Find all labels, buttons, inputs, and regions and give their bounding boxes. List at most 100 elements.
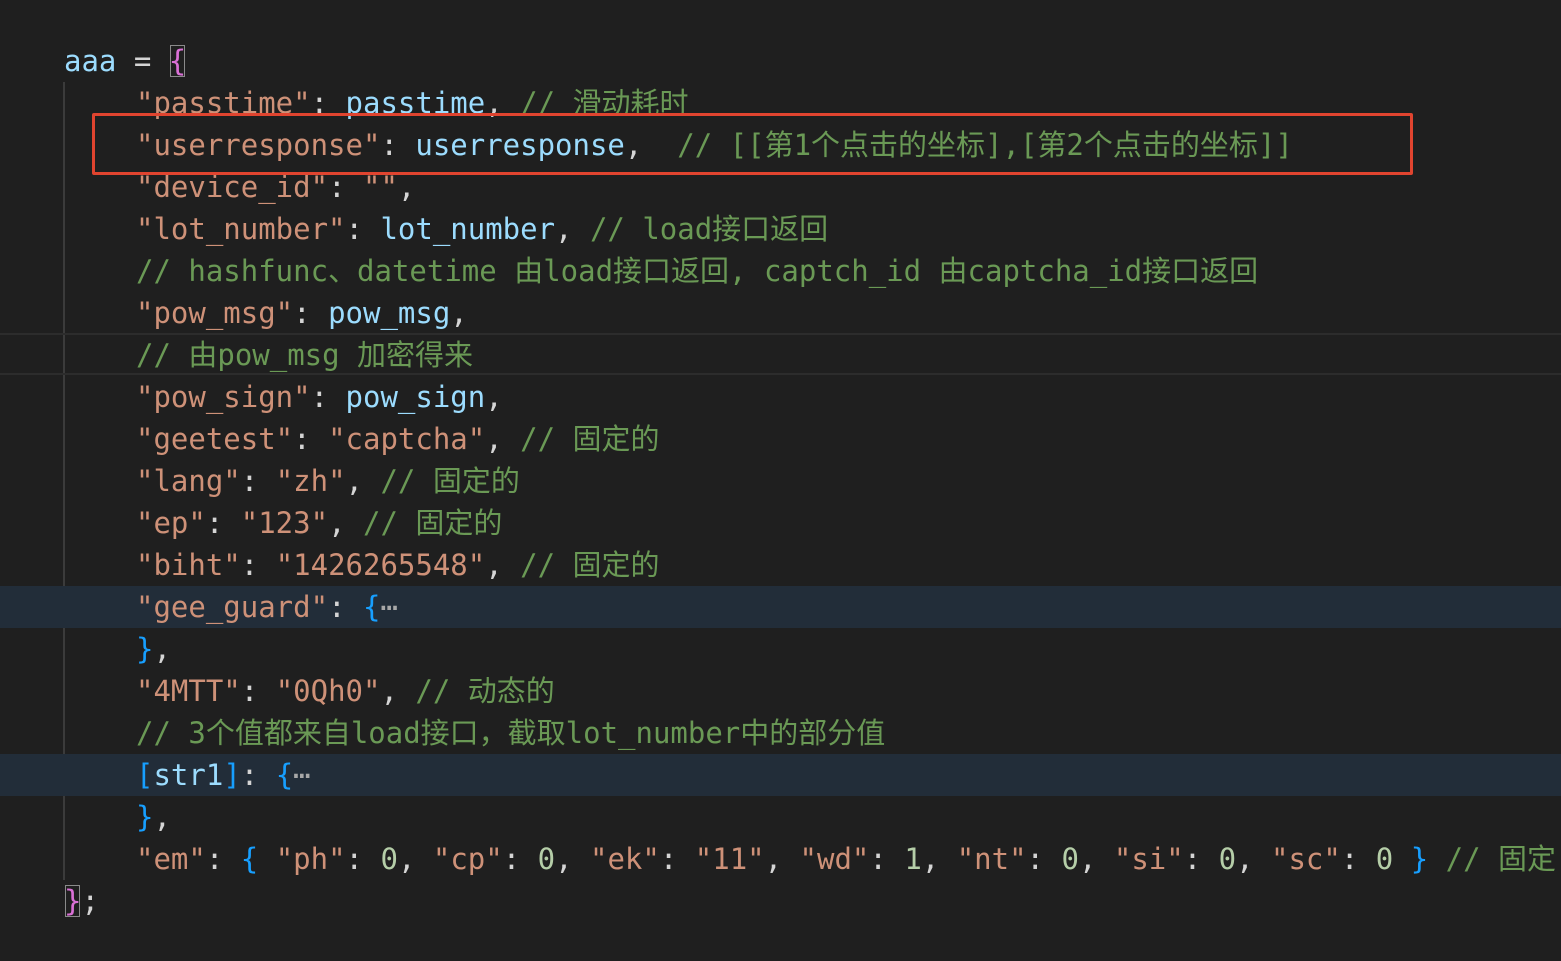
code-line-10-content: "geetest": "captcha", // 固定的: [136, 418, 660, 460]
token: lot_number: [380, 212, 556, 246]
token: "lang": [136, 464, 241, 498]
token: :: [205, 842, 241, 876]
token: :: [240, 674, 276, 708]
code-line-8[interactable]: // 由pow_msg 加密得来: [0, 333, 1561, 375]
code-line-19-content: },: [136, 796, 171, 838]
code-line-18-folded[interactable]: [str1]: {⋯: [0, 754, 1561, 796]
token: "device_id": [136, 170, 329, 204]
token: str1: [153, 758, 224, 792]
code-line-13-content: "biht": "1426265548", // 固定的: [136, 544, 660, 586]
token: pow_sign: [345, 380, 486, 414]
comment: // 3个值都来自load接口，截取lot_number中的部分值: [136, 716, 886, 750]
code-line-14-folded[interactable]: "gee_guard": {⋯: [0, 586, 1561, 628]
token: pow_msg: [328, 296, 451, 330]
token: :: [345, 842, 381, 876]
token: ,: [450, 296, 468, 330]
token: :: [1026, 842, 1062, 876]
token: ,: [1078, 842, 1114, 876]
fold-ellipsis-icon[interactable]: ⋯: [380, 590, 397, 624]
token: 0: [537, 842, 556, 876]
token: }: [136, 632, 154, 666]
token: "sc": [1271, 842, 1341, 876]
code-line-5-content: "lot_number": lot_number, // load接口返回: [136, 208, 828, 250]
token: :: [293, 422, 329, 456]
token: ,: [153, 800, 171, 834]
token: "": [362, 170, 398, 204]
token: "nt": [956, 842, 1027, 876]
comment: // 固定的: [520, 422, 660, 456]
comment: // 由pow_msg 加密得来: [136, 338, 474, 372]
token: ,: [1236, 842, 1272, 876]
code-line-21[interactable]: };: [0, 880, 1561, 922]
code-line-12[interactable]: "ep": "123", // 固定的: [0, 502, 1561, 544]
comment: // 固定的: [363, 506, 503, 540]
code-line-9-content: "pow_sign": pow_sign,: [136, 376, 503, 418]
token: "si": [1113, 842, 1184, 876]
token: :: [240, 548, 276, 582]
token: [: [136, 758, 154, 792]
token: :: [293, 296, 329, 330]
token: 0: [1218, 842, 1237, 876]
comment: // hashfunc、datetime 由load接口返回, captch_i…: [136, 254, 1259, 288]
code-line-9[interactable]: "pow_sign": pow_sign,: [0, 376, 1561, 418]
code-line-14-content: "gee_guard": {⋯: [136, 586, 398, 628]
code-editor[interactable]: aaa = { "passtime": passtime, // 滑动耗时 "u…: [0, 0, 1561, 961]
token: "0Qh0": [275, 674, 381, 708]
code-line-10[interactable]: "geetest": "captcha", // 固定的: [0, 418, 1561, 460]
code-line-8-content: // 由pow_msg 加密得来: [136, 334, 473, 376]
token: :: [328, 590, 363, 624]
code-line-1[interactable]: aaa = {: [0, 40, 1561, 82]
code-line-15[interactable]: },: [0, 628, 1561, 670]
code-line-20-content: "em": { "ph": 0, "cp": 0, "ek": "11", "w…: [136, 838, 1556, 880]
code-line-16[interactable]: "4MTT": "0Qh0", // 动态的: [0, 670, 1561, 712]
token: "123": [240, 506, 329, 540]
comment: // 动态的: [415, 674, 555, 708]
code-line-17[interactable]: // 3个值都来自load接口，截取lot_number中的部分值: [0, 712, 1561, 754]
token: "lot_number": [136, 212, 346, 246]
token: "gee_guard": [136, 590, 329, 624]
token: ,: [764, 842, 800, 876]
token: :: [310, 380, 346, 414]
token: 1: [904, 842, 922, 876]
token: :: [240, 464, 276, 498]
token: "4MTT": [136, 674, 241, 708]
code-line-6[interactable]: // hashfunc、datetime 由load接口返回, captch_i…: [0, 250, 1561, 292]
token: ,: [921, 842, 957, 876]
code-line-18-content: [str1]: {⋯: [136, 754, 311, 796]
token: :: [205, 506, 241, 540]
bracket-match-close: }: [64, 884, 82, 918]
code-line-17-content: // 3个值都来自load接口，截取lot_number中的部分值: [136, 712, 885, 754]
token: ]: [223, 758, 241, 792]
code-line-13[interactable]: "biht": "1426265548", // 固定的: [0, 544, 1561, 586]
token: :: [240, 758, 276, 792]
token: :: [1340, 842, 1376, 876]
token: 0: [1061, 842, 1079, 876]
code-line-20[interactable]: "em": { "ph": 0, "cp": 0, "ek": "11", "w…: [0, 838, 1561, 880]
token: :: [659, 842, 695, 876]
token: }: [1410, 842, 1429, 876]
token: ,: [485, 422, 521, 456]
token: ,: [397, 170, 416, 204]
code-line-16-content: "4MTT": "0Qh0", // 动态的: [136, 670, 555, 712]
token: {: [240, 842, 259, 876]
token: ,: [555, 212, 590, 246]
token: aaa: [64, 44, 117, 78]
token: :: [1183, 842, 1219, 876]
fold-ellipsis-icon[interactable]: ⋯: [293, 758, 310, 792]
token: "captcha": [328, 422, 486, 456]
code-line-5[interactable]: "lot_number": lot_number, // load接口返回: [0, 208, 1561, 250]
token: "ek": [590, 842, 660, 876]
bracket-match-open: {: [168, 44, 187, 78]
token: ,: [380, 674, 416, 708]
token: "em": [136, 842, 206, 876]
token: {: [362, 590, 381, 624]
code-line-7-content: "pow_msg": pow_msg,: [136, 292, 468, 334]
code-line-19[interactable]: },: [0, 796, 1561, 838]
token: =: [116, 44, 169, 78]
token: "ph": [275, 842, 346, 876]
code-line-7[interactable]: "pow_msg": pow_msg,: [0, 292, 1561, 334]
code-line-11[interactable]: "lang": "zh", // 固定的: [0, 460, 1561, 502]
